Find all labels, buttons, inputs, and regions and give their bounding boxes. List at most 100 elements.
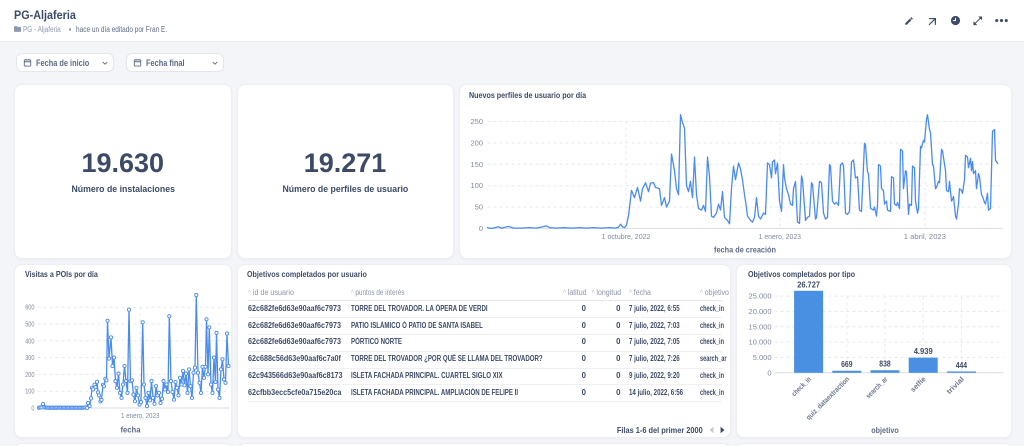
data-point-marker[interactable] — [135, 386, 138, 389]
data-point-marker[interactable] — [88, 404, 91, 407]
data-point-marker[interactable] — [215, 331, 218, 334]
data-point-marker[interactable] — [181, 369, 184, 372]
bar[interactable] — [908, 358, 937, 373]
data-point-marker[interactable] — [111, 364, 114, 367]
data-point-marker[interactable] — [205, 318, 208, 321]
data-point-marker[interactable] — [120, 396, 123, 399]
data-point-marker[interactable] — [187, 368, 190, 371]
data-point-marker[interactable] — [221, 358, 224, 361]
data-point-marker[interactable] — [160, 397, 163, 400]
data-point-marker[interactable] — [141, 321, 144, 324]
data-point-marker[interactable] — [159, 401, 162, 404]
data-point-marker[interactable] — [163, 388, 166, 391]
data-point-marker[interactable] — [157, 391, 160, 394]
data-point-marker[interactable] — [168, 315, 171, 318]
data-point-marker[interactable] — [172, 398, 175, 401]
bar[interactable] — [832, 371, 861, 373]
data-point-marker[interactable] — [94, 386, 97, 389]
data-point-marker[interactable] — [202, 376, 205, 379]
data-point-marker[interactable] — [145, 404, 148, 407]
data-point-marker[interactable] — [214, 380, 217, 383]
data-point-marker[interactable] — [175, 386, 178, 389]
line-series[interactable] — [39, 295, 229, 408]
data-point-marker[interactable] — [198, 381, 201, 384]
data-point-marker[interactable] — [147, 391, 150, 394]
data-point-marker[interactable] — [132, 393, 135, 396]
data-point-marker[interactable] — [102, 385, 105, 388]
more-options-button[interactable] — [991, 11, 1011, 31]
data-point-marker[interactable] — [154, 385, 157, 388]
data-point-marker[interactable] — [124, 380, 127, 383]
data-point-marker[interactable] — [130, 379, 133, 382]
data-point-marker[interactable] — [206, 373, 209, 376]
data-point-marker[interactable] — [136, 394, 139, 397]
data-point-marker[interactable] — [183, 384, 186, 387]
data-point-marker[interactable] — [216, 388, 219, 391]
data-point-marker[interactable] — [144, 396, 147, 399]
data-point-marker[interactable] — [133, 400, 136, 403]
fullscreen-button[interactable] — [968, 11, 988, 31]
data-point-marker[interactable] — [127, 308, 130, 311]
data-point-marker[interactable] — [196, 371, 199, 374]
line-series[interactable] — [487, 115, 997, 229]
data-point-marker[interactable] — [89, 397, 92, 400]
data-point-marker[interactable] — [139, 401, 142, 404]
data-point-marker[interactable] — [107, 357, 110, 360]
table-header-cell[interactable]: ^longitud — [276, 288, 621, 297]
data-point-marker[interactable] — [150, 380, 153, 383]
bar[interactable] — [946, 371, 975, 372]
data-point-marker[interactable] — [106, 319, 109, 322]
data-point-marker[interactable] — [109, 336, 112, 339]
data-point-marker[interactable] — [189, 385, 192, 388]
data-point-marker[interactable] — [105, 379, 108, 382]
data-point-marker[interactable] — [218, 396, 221, 399]
bar[interactable] — [870, 370, 899, 373]
data-point-marker[interactable] — [117, 372, 120, 375]
data-point-marker[interactable] — [166, 390, 169, 393]
data-point-marker[interactable] — [184, 372, 187, 375]
data-point-marker[interactable] — [169, 380, 172, 383]
data-point-marker[interactable] — [95, 380, 98, 383]
date-start-filter[interactable]: Fecha de inicio — [16, 53, 114, 72]
data-point-marker[interactable] — [224, 381, 227, 384]
data-point-marker[interactable] — [209, 383, 212, 386]
data-point-marker[interactable] — [211, 391, 214, 394]
data-point-marker[interactable] — [151, 396, 154, 399]
date-end-filter[interactable]: Fecha final — [126, 53, 225, 72]
data-point-marker[interactable] — [114, 380, 117, 383]
share-button[interactable] — [922, 11, 942, 31]
data-point-marker[interactable] — [227, 364, 230, 367]
history-button[interactable] — [945, 11, 965, 31]
pagination-next-button[interactable] — [718, 425, 728, 435]
data-point-marker[interactable] — [115, 386, 118, 389]
data-point-marker[interactable] — [126, 391, 129, 394]
data-point-marker[interactable] — [112, 356, 115, 359]
pagination-prev-button[interactable] — [707, 425, 717, 435]
data-point-marker[interactable] — [171, 390, 174, 393]
data-point-marker[interactable] — [222, 378, 225, 381]
data-point-marker[interactable] — [178, 376, 181, 379]
data-point-marker[interactable] — [153, 402, 156, 405]
bar[interactable] — [794, 291, 823, 373]
data-point-marker[interactable] — [195, 294, 198, 297]
data-point-marker[interactable] — [177, 394, 180, 397]
data-point-marker[interactable] — [192, 371, 195, 374]
data-point-marker[interactable] — [121, 383, 124, 386]
data-point-marker[interactable] — [123, 364, 126, 367]
data-point-marker[interactable] — [186, 391, 189, 394]
data-point-marker[interactable] — [162, 380, 165, 383]
data-point-marker[interactable] — [118, 391, 121, 394]
table-header-cell[interactable]: ^fecha — [629, 288, 651, 297]
data-point-marker[interactable] — [142, 383, 145, 386]
table-header-cell[interactable]: ^objetivo — [700, 288, 729, 297]
data-point-marker[interactable] — [212, 356, 215, 359]
data-point-marker[interactable] — [199, 391, 202, 394]
data-point-marker[interactable] — [219, 368, 222, 371]
data-point-marker[interactable] — [174, 380, 177, 383]
data-point-marker[interactable] — [100, 398, 103, 401]
edit-button[interactable] — [899, 11, 919, 31]
data-point-marker[interactable] — [193, 366, 196, 369]
data-point-marker[interactable] — [208, 326, 211, 329]
data-point-marker[interactable] — [190, 396, 193, 399]
data-point-marker[interactable] — [165, 383, 168, 386]
